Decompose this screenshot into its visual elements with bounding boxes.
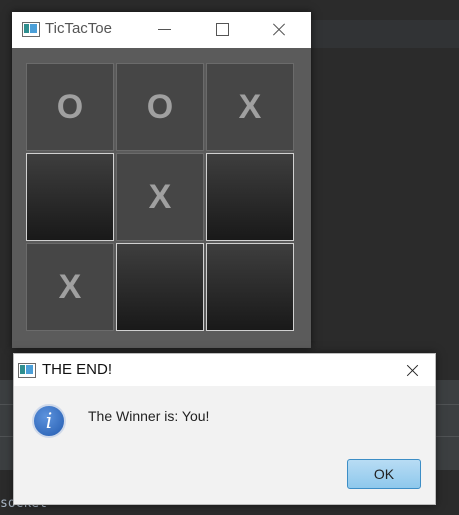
board-cell[interactable]: X xyxy=(206,63,294,151)
end-dialog: THE END! i The Winner is: You! OK xyxy=(13,353,436,505)
tictactoe-window: TicTacToe O O X X X xyxy=(12,12,311,348)
minimize-icon xyxy=(158,29,171,30)
board-cell[interactable] xyxy=(26,153,114,241)
maximize-icon xyxy=(216,23,229,36)
board-cell[interactable] xyxy=(116,243,204,331)
dialog-close-button[interactable] xyxy=(401,359,425,381)
board-cell[interactable]: X xyxy=(116,153,204,241)
dialog-title: THE END! xyxy=(42,361,113,378)
maximize-button[interactable] xyxy=(207,18,237,40)
app-icon xyxy=(22,22,40,37)
board-cell[interactable]: O xyxy=(26,63,114,151)
window-titlebar[interactable]: TicTacToe xyxy=(12,12,311,48)
game-board: O O X X X xyxy=(26,63,297,333)
board-cell[interactable] xyxy=(206,153,294,241)
info-icon: i xyxy=(32,404,66,438)
background-toolbar xyxy=(310,20,459,48)
board-cell[interactable]: O xyxy=(116,63,204,151)
ok-button[interactable]: OK xyxy=(347,459,421,489)
dialog-titlebar[interactable]: THE END! xyxy=(14,354,435,386)
board-cell[interactable] xyxy=(206,243,294,331)
close-button[interactable] xyxy=(264,18,294,40)
app-icon xyxy=(18,363,36,378)
dialog-message: The Winner is: You! xyxy=(88,408,210,424)
minimize-button[interactable] xyxy=(150,18,180,40)
window-title: TicTacToe xyxy=(45,20,112,37)
board-cell[interactable]: X xyxy=(26,243,114,331)
